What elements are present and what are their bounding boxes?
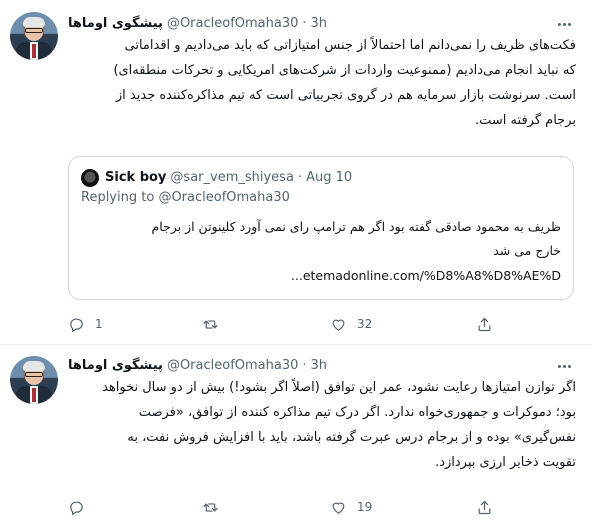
like-count: 19 bbox=[357, 500, 373, 514]
tweet-actions: 19 bbox=[68, 496, 498, 518]
share-button[interactable] bbox=[476, 496, 493, 518]
tweet-header: پیشگوی اوماها @OracleofOmaha30 · 3h bbox=[68, 355, 552, 375]
tweet-text: اگر توازن امتیازها رعایت نشود، عمر این ت… bbox=[68, 375, 576, 475]
quoted-avatar[interactable] bbox=[81, 169, 99, 187]
replying-to: Replying to @OracleofOmaha30 bbox=[81, 190, 290, 205]
tweet-text-line: است. سرنوشت بازار سرمایه هم در گروی تجرب… bbox=[115, 88, 576, 103]
more-icon[interactable] bbox=[554, 14, 574, 34]
quoted-date: Aug 10 bbox=[306, 169, 353, 185]
display-name[interactable]: پیشگوی اوماها bbox=[68, 358, 163, 373]
quoted-tweet-text: ظریف به محمود صادقی گفته بود اگر هم ترام… bbox=[81, 215, 561, 263]
reply-button[interactable]: 1 bbox=[68, 313, 103, 335]
tweet-text-line: بود؛ دموکرات و جمهوری‌خواه ندارد. اگر در… bbox=[138, 405, 576, 420]
share-icon bbox=[478, 500, 491, 514]
tweet[interactable]: پیشگوی اوماها @OracleofOmaha30 · 3h فکت‌… bbox=[0, 0, 592, 345]
timestamp[interactable]: 3h bbox=[311, 16, 328, 31]
quoted-text-line: ظریف به محمود صادقی گفته بود اگر هم ترام… bbox=[151, 219, 561, 234]
retweet-icon bbox=[203, 319, 218, 329]
heart-icon bbox=[332, 502, 345, 514]
quoted-tweet-header: Sick boy @sar_vem_shiyesa · Aug 10 bbox=[105, 167, 352, 187]
reply-button[interactable] bbox=[68, 496, 95, 518]
tweet-text-line: برجام گرفته است. bbox=[475, 113, 576, 128]
quoted-user-handle: @sar_vem_shiyesa bbox=[170, 169, 294, 185]
tweet-text-line: نفس‌گیری» بوده و از برجام درس عبرت گرفته… bbox=[127, 430, 576, 445]
reply-icon bbox=[70, 501, 83, 515]
separator-dot: · bbox=[297, 169, 303, 185]
quoted-display-name: Sick boy bbox=[105, 169, 167, 185]
tweet-text-line: فکت‌های ظریف را نمی‌دانم اما احتمالاً از… bbox=[124, 38, 577, 53]
reply-count: 1 bbox=[95, 317, 103, 331]
retweet-button[interactable] bbox=[202, 313, 229, 335]
user-handle[interactable]: @OracleofOmaha30 bbox=[167, 16, 298, 31]
tweet-text: فکت‌های ظریف را نمی‌دانم اما احتمالاً از… bbox=[68, 33, 576, 133]
quoted-tweet[interactable]: Sick boy @sar_vem_shiyesa · Aug 10 Reply… bbox=[68, 156, 574, 300]
like-count: 32 bbox=[357, 317, 373, 331]
tweet-text-line: اگر توازن امتیازها رعایت نشود، عمر این ت… bbox=[102, 380, 576, 395]
user-handle[interactable]: @OracleofOmaha30 bbox=[167, 358, 298, 373]
quoted-text-line: خارج می شد bbox=[493, 243, 561, 258]
like-button[interactable]: 19 bbox=[330, 496, 372, 518]
share-icon bbox=[478, 317, 491, 331]
tweet[interactable]: پیشگوی اوماها @OracleofOmaha30 · 3h اگر … bbox=[0, 346, 592, 531]
more-icon[interactable] bbox=[554, 356, 574, 376]
retweet-button[interactable] bbox=[202, 496, 229, 518]
avatar[interactable] bbox=[10, 12, 58, 60]
timestamp[interactable]: 3h bbox=[311, 358, 328, 373]
quoted-link[interactable]: etemadonline.com/%D8%A8%D8%AE%D... bbox=[81, 264, 561, 288]
separator-dot: · bbox=[302, 15, 307, 31]
avatar[interactable] bbox=[10, 356, 58, 404]
share-button[interactable] bbox=[476, 313, 493, 335]
tweet-text-line: که نباید انجام می‌دادیم (ممنوعیت واردات … bbox=[113, 63, 576, 78]
reply-icon bbox=[70, 318, 83, 332]
display-name[interactable]: پیشگوی اوماها bbox=[68, 16, 163, 31]
heart-icon bbox=[332, 319, 345, 331]
retweet-icon bbox=[203, 502, 218, 512]
replying-to-mention[interactable]: @OracleofOmaha30 bbox=[158, 190, 289, 205]
like-button[interactable]: 32 bbox=[330, 313, 372, 335]
tweet-actions: 1 32 bbox=[68, 313, 498, 335]
tweet-text-line: تقویت ذخایر ارزی بپردازد. bbox=[435, 455, 576, 470]
separator-dot: · bbox=[302, 357, 307, 373]
tweet-header: پیشگوی اوماها @OracleofOmaha30 · 3h bbox=[68, 13, 552, 33]
replying-to-label: Replying to bbox=[81, 190, 155, 205]
